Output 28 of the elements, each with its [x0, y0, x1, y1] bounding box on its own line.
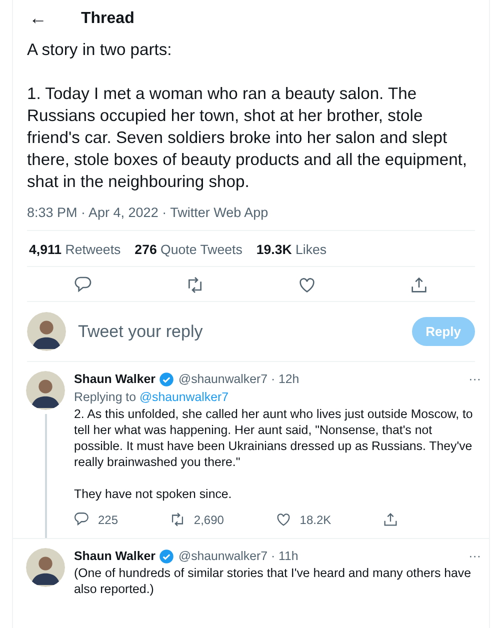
reply-text: 2. As this unfolded, she called her aunt who lives just outside Moscow, to tell her what was happening. Her aunt said, "Nonsense, that's not possible. It must have been Ukrainians dressed up as Russians. They've really brainwashed you there." They have not spoken since. — [74, 406, 474, 502]
reply-icon — [73, 511, 90, 528]
author-name[interactable]: Shaun Walker — [74, 371, 156, 387]
page-title: Thread — [81, 10, 134, 28]
more-icon[interactable]: ··· — [468, 371, 481, 387]
share-icon — [382, 511, 399, 528]
replying-to-text: Replying to @shaunwalker7 — [74, 389, 230, 405]
author-name[interactable]: Shaun Walker — [74, 548, 156, 564]
avatar[interactable] — [27, 312, 66, 351]
avatar[interactable] — [26, 548, 65, 587]
retweet-button[interactable]: 2,690 — [166, 509, 226, 530]
back-button[interactable]: ← — [29, 8, 47, 29]
reply-button[interactable]: 225 — [71, 509, 120, 530]
author-handle[interactable]: @shaunwalker7 · 12h — [178, 371, 300, 387]
stat-link[interactable]: 4,911 Retweets — [29, 242, 121, 257]
stat-link[interactable]: 19.3K Likes — [256, 242, 327, 257]
avatar[interactable] — [26, 371, 65, 410]
like-button[interactable]: 18.2K — [272, 509, 334, 530]
heart-icon — [274, 511, 292, 528]
reply-text: (One of hundreds of similar stories that I've heard and many others have also reported.) — [74, 565, 472, 597]
tweet-timestamp: 8:33 PM · Apr 4, 2022 · Twitter Web App — [27, 205, 268, 220]
reply-icon — [73, 275, 93, 295]
stat-link[interactable]: 276 Quote Tweets — [134, 242, 242, 257]
more-icon[interactable]: ··· — [468, 548, 481, 564]
share-icon — [409, 275, 429, 295]
heart-icon — [297, 275, 317, 295]
author-handle[interactable]: @shaunwalker7 · 11h — [178, 548, 298, 564]
tweet-text: A story in two parts: 1. Today I met a woman who ran a beauty salon. The Russians occupied her town, shot at her brother, stole friend's car. Seven soldiers broke into her salon and slept there, stole boxes of beauty products and all the equipment, shat in the neighbouring shop. — [27, 39, 468, 193]
